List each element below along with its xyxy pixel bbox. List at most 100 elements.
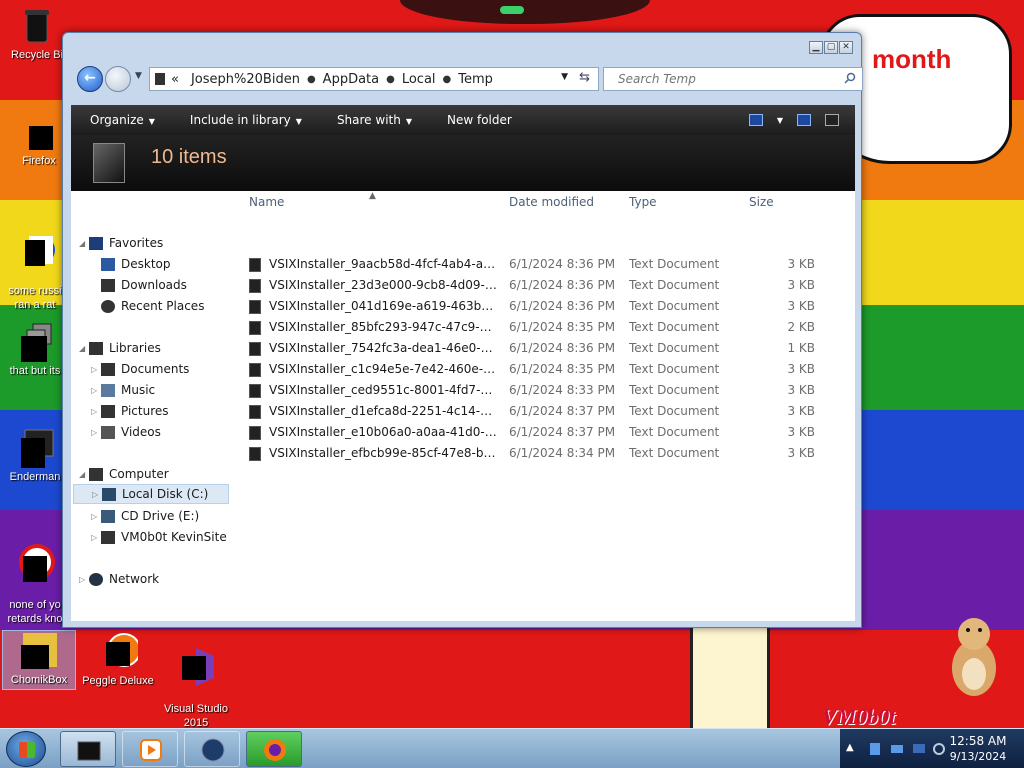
nav-cd-drive[interactable]: ▷ CD Drive (E:) [91, 506, 199, 526]
share-with-button[interactable]: Share with ▼ [318, 113, 428, 127]
file-row[interactable]: VSIXInstaller_85bfc293-947c-47c9-8747-1.… [243, 317, 843, 338]
expand-icon[interactable]: ◢ [79, 470, 89, 479]
breadcrumb-item[interactable]: Local [402, 72, 436, 87]
file-size: 3 KB [787, 425, 815, 439]
ie-icon [25, 236, 55, 266]
tray-monitor-icon[interactable] [912, 742, 926, 756]
expand-icon[interactable]: ▷ [92, 490, 102, 499]
nav-libraries[interactable]: ◢ Libraries [79, 338, 161, 358]
desktop-icon-ie-shortcut[interactable]: some russi ran a rat [0, 214, 70, 312]
nav-music[interactable]: ▷ Music [91, 380, 155, 400]
file-size: 3 KB [787, 278, 815, 292]
column-header-size[interactable]: Size [749, 195, 774, 209]
file-size: 3 KB [787, 404, 815, 418]
file-row[interactable]: VSIXInstaller_23d3e000-9cb8-4d09-99b8-..… [243, 275, 843, 296]
expand-icon[interactable]: ◢ [79, 239, 89, 248]
file-row[interactable]: VSIXInstaller_d1efca8d-2251-4c14-8b64-d.… [243, 401, 843, 422]
enderman-icon [21, 429, 54, 468]
taskbar-globe-button[interactable] [184, 731, 240, 767]
speech-bubble-text: month [872, 44, 952, 74]
address-overflow[interactable]: « [171, 72, 179, 87]
back-button[interactable]: ← [77, 66, 103, 92]
desktop-icon-copy-shortcut[interactable]: that but its [0, 322, 70, 378]
new-folder-button[interactable]: New folder [428, 113, 528, 127]
taskbar-firefox-button[interactable] [246, 731, 302, 767]
breadcrumb-item[interactable]: Joseph%20Biden [191, 72, 300, 87]
desktop-icon-visual-studio[interactable]: Visual Studio 2015 [158, 632, 234, 730]
breadcrumb-separator[interactable]: ● [436, 74, 459, 85]
nav-pictures[interactable]: ▷ Pictures [91, 401, 169, 421]
file-row[interactable]: VSIXInstaller_7542fc3a-dea1-46e0-b64f-b.… [243, 338, 843, 359]
preview-pane-icon[interactable] [797, 114, 811, 126]
column-header-name[interactable]: Name ▲ [249, 191, 376, 209]
column-header-date[interactable]: Date modified [509, 195, 594, 209]
breadcrumb-item[interactable]: Temp [458, 72, 493, 87]
taskbar-media-player-button[interactable] [122, 731, 178, 767]
file-row[interactable]: VSIXInstaller_9aacb58d-4fcf-4ab4-a7e6-d.… [243, 254, 843, 275]
file-row[interactable]: VSIXInstaller_e10b06a0-a0aa-41d0-8608-3.… [243, 422, 843, 443]
text-file-icon [249, 384, 261, 398]
wallpaper-figure [690, 628, 770, 728]
column-header-type[interactable]: Type [629, 195, 657, 209]
desktop-icon-chrome-shortcut[interactable]: none of yo retards kno [0, 528, 70, 626]
desktop-icon-chomikbox[interactable]: ChomikBox [2, 630, 76, 690]
clock[interactable]: 12:58 AM 9/13/2024 [948, 734, 1008, 764]
search-icon[interactable] [844, 72, 856, 84]
maximize-button[interactable]: ▢ [824, 41, 838, 54]
file-row[interactable]: VSIXInstaller_ced9551c-8001-4fd7-9701-f.… [243, 380, 843, 401]
help-icon[interactable] [825, 114, 839, 126]
show-hidden-icons-icon[interactable]: ▲ [846, 742, 854, 753]
address-bar[interactable]: « Joseph%20Biden ● AppData ● Local ● Tem… [149, 67, 599, 91]
view-dropdown-icon[interactable]: ▼ [777, 116, 783, 125]
expand-icon[interactable]: ▷ [91, 533, 101, 542]
nav-desktop[interactable]: Desktop [101, 254, 171, 274]
media-player-icon [140, 739, 162, 761]
nav-computer[interactable]: ◢ Computer [79, 464, 169, 484]
search-box[interactable] [603, 67, 863, 91]
tray-app-icon[interactable] [868, 742, 882, 756]
nav-documents[interactable]: ▷ Documents [91, 359, 189, 379]
text-file-icon [249, 300, 261, 314]
desktop-icon-label: Firefox [22, 155, 56, 167]
file-row[interactable]: VSIXInstaller_c1c94e5e-7e42-460e-ac71-2.… [243, 359, 843, 380]
close-button[interactable]: ✕ [839, 41, 853, 54]
expand-icon[interactable]: ◢ [79, 344, 89, 353]
desktop-icon-enderman[interactable]: Enderman [0, 428, 70, 484]
expand-icon[interactable]: ▷ [91, 365, 101, 374]
desktop-icon-peggle[interactable]: Peggle Deluxe [80, 632, 156, 688]
expand-icon[interactable]: ▷ [91, 386, 101, 395]
address-row: ← ▼ « Joseph%20Biden ● AppData ● Local ●… [75, 63, 863, 93]
breadcrumb-item[interactable]: AppData [323, 72, 379, 87]
nav-kevinsite[interactable]: ▷ VM0b0t KevinSite [91, 527, 227, 547]
breadcrumb-separator[interactable]: ● [300, 74, 323, 85]
nav-videos[interactable]: ▷ Videos [91, 422, 161, 442]
search-input[interactable] [604, 68, 834, 90]
nav-recent-places[interactable]: Recent Places [101, 296, 204, 316]
file-row[interactable]: VSIXInstaller_041d169e-a619-463b-8391-a.… [243, 296, 843, 317]
text-file-icon [249, 363, 261, 377]
change-view-icon[interactable] [748, 114, 763, 126]
folder-large-icon [93, 143, 125, 183]
recent-pages-dropdown[interactable]: ▼ [135, 71, 145, 81]
text-file-icon [249, 405, 261, 419]
volume-icon[interactable] [932, 742, 946, 756]
minimize-button[interactable]: ▁ [809, 41, 823, 54]
nav-local-disk[interactable]: ▷ Local Disk (C:) [73, 484, 229, 504]
nav-favorites[interactable]: ◢ Favorites [79, 233, 163, 253]
address-dropdown-icon[interactable]: ▼ [561, 72, 568, 82]
file-row[interactable]: VSIXInstaller_efbcb99e-85cf-47e8-b83f-5.… [243, 443, 843, 464]
taskbar-explorer-button[interactable] [60, 731, 116, 767]
expand-icon[interactable]: ▷ [79, 575, 89, 584]
start-button[interactable] [6, 731, 46, 767]
forward-button[interactable] [105, 66, 131, 92]
nav-network[interactable]: ▷ Network [79, 569, 159, 589]
expand-icon[interactable]: ▷ [91, 428, 101, 437]
nav-downloads[interactable]: Downloads [101, 275, 187, 295]
expand-icon[interactable]: ▷ [91, 407, 101, 416]
breadcrumb-separator[interactable]: ● [379, 74, 402, 85]
refresh-icon[interactable]: ⇆ [579, 70, 590, 85]
network-status-icon[interactable] [890, 742, 904, 756]
expand-icon[interactable]: ▷ [91, 512, 101, 521]
include-in-library-button[interactable]: Include in library ▼ [171, 113, 318, 127]
organize-button[interactable]: Organize ▼ [71, 113, 171, 127]
